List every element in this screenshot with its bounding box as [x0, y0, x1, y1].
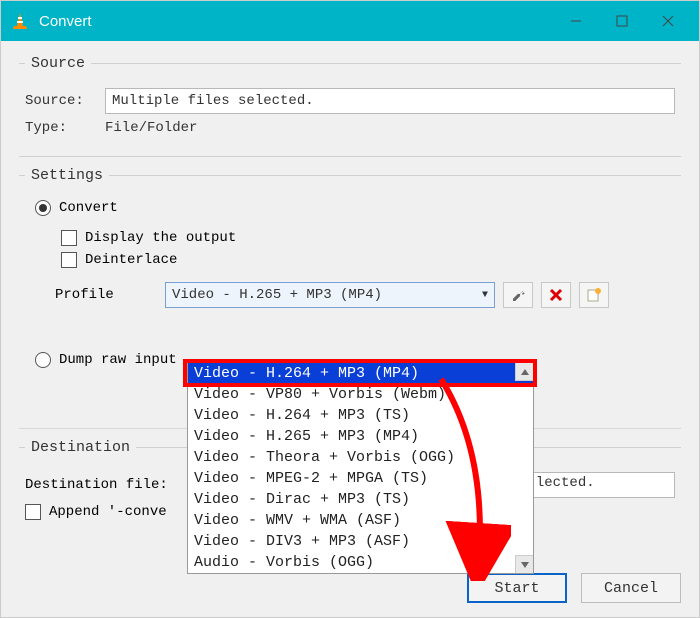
- vlc-cone-icon: [9, 10, 31, 32]
- deinterlace-checkbox[interactable]: Deinterlace: [61, 252, 177, 268]
- profile-option[interactable]: Video - H.264 + MP3 (TS): [188, 405, 533, 426]
- destination-file-input[interactable]: lected.: [530, 472, 675, 498]
- profile-option[interactable]: Audio - Vorbis (OGG): [188, 552, 533, 573]
- profile-option[interactable]: Video - H.265 + MP3 (MP4): [188, 426, 533, 447]
- delete-profile-button[interactable]: [541, 282, 571, 308]
- settings-legend: Settings: [25, 167, 109, 184]
- cancel-button[interactable]: Cancel: [581, 573, 681, 603]
- radio-icon: [35, 352, 51, 368]
- dump-raw-label: Dump raw input: [59, 352, 177, 368]
- new-profile-button[interactable]: [579, 282, 609, 308]
- source-label: Source:: [25, 93, 105, 109]
- source-group: Source Source: Type: File/Folder: [19, 55, 681, 157]
- source-legend: Source: [25, 55, 91, 72]
- new-profile-icon: [586, 287, 602, 303]
- profile-option[interactable]: Video - MPEG-2 + MPGA (TS): [188, 468, 533, 489]
- convert-dialog: Convert Source Source: Type: File/Folder: [0, 0, 700, 618]
- minimize-button[interactable]: [553, 1, 599, 41]
- profile-combobox[interactable]: Video - H.265 + MP3 (MP4) ▼: [165, 282, 495, 308]
- profile-label: Profile: [35, 287, 165, 303]
- wrench-icon: [510, 287, 526, 303]
- maximize-button[interactable]: [599, 1, 645, 41]
- convert-radio[interactable]: Convert: [35, 200, 118, 216]
- titlebar[interactable]: Convert: [1, 1, 699, 41]
- convert-radio-label: Convert: [59, 200, 118, 216]
- checkbox-icon: [61, 230, 77, 246]
- source-input[interactable]: [105, 88, 675, 114]
- append-converted-label: Append '-conve: [49, 504, 167, 520]
- scroll-down-icon[interactable]: [515, 555, 533, 573]
- profile-option[interactable]: Video - Dirac + MP3 (TS): [188, 489, 533, 510]
- type-value: File/Folder: [105, 120, 197, 136]
- checkbox-icon: [61, 252, 77, 268]
- deinterlace-label: Deinterlace: [85, 252, 177, 268]
- append-converted-checkbox[interactable]: Append '-conve: [25, 504, 167, 520]
- profile-option[interactable]: Video - Theora + Vorbis (OGG): [188, 447, 533, 468]
- close-button[interactable]: [645, 1, 691, 41]
- display-output-checkbox[interactable]: Display the output: [61, 230, 236, 246]
- start-button[interactable]: Start: [467, 573, 567, 603]
- chevron-down-icon: ▼: [482, 290, 488, 301]
- profile-dropdown[interactable]: Video - H.264 + MP3 (MP4) Video - VP80 +…: [187, 363, 534, 574]
- profile-option[interactable]: Video - H.264 + MP3 (MP4): [188, 363, 533, 384]
- window-title: Convert: [39, 13, 92, 30]
- profile-option[interactable]: Video - WMV + WMA (ASF): [188, 510, 533, 531]
- type-label: Type:: [25, 120, 105, 136]
- radio-icon: [35, 200, 51, 216]
- destination-legend: Destination: [25, 439, 136, 456]
- profile-selected-value: Video - H.265 + MP3 (MP4): [172, 287, 382, 303]
- checkbox-icon: [25, 504, 41, 520]
- profile-option[interactable]: Video - VP80 + Vorbis (Webm): [188, 384, 533, 405]
- destination-file-label: Destination file:: [25, 477, 168, 493]
- display-output-label: Display the output: [85, 230, 236, 246]
- profile-option[interactable]: Video - DIV3 + MP3 (ASF): [188, 531, 533, 552]
- scroll-up-icon[interactable]: [515, 363, 533, 381]
- delete-icon: [549, 288, 563, 302]
- edit-profile-button[interactable]: [503, 282, 533, 308]
- dump-raw-radio[interactable]: Dump raw input: [35, 352, 177, 368]
